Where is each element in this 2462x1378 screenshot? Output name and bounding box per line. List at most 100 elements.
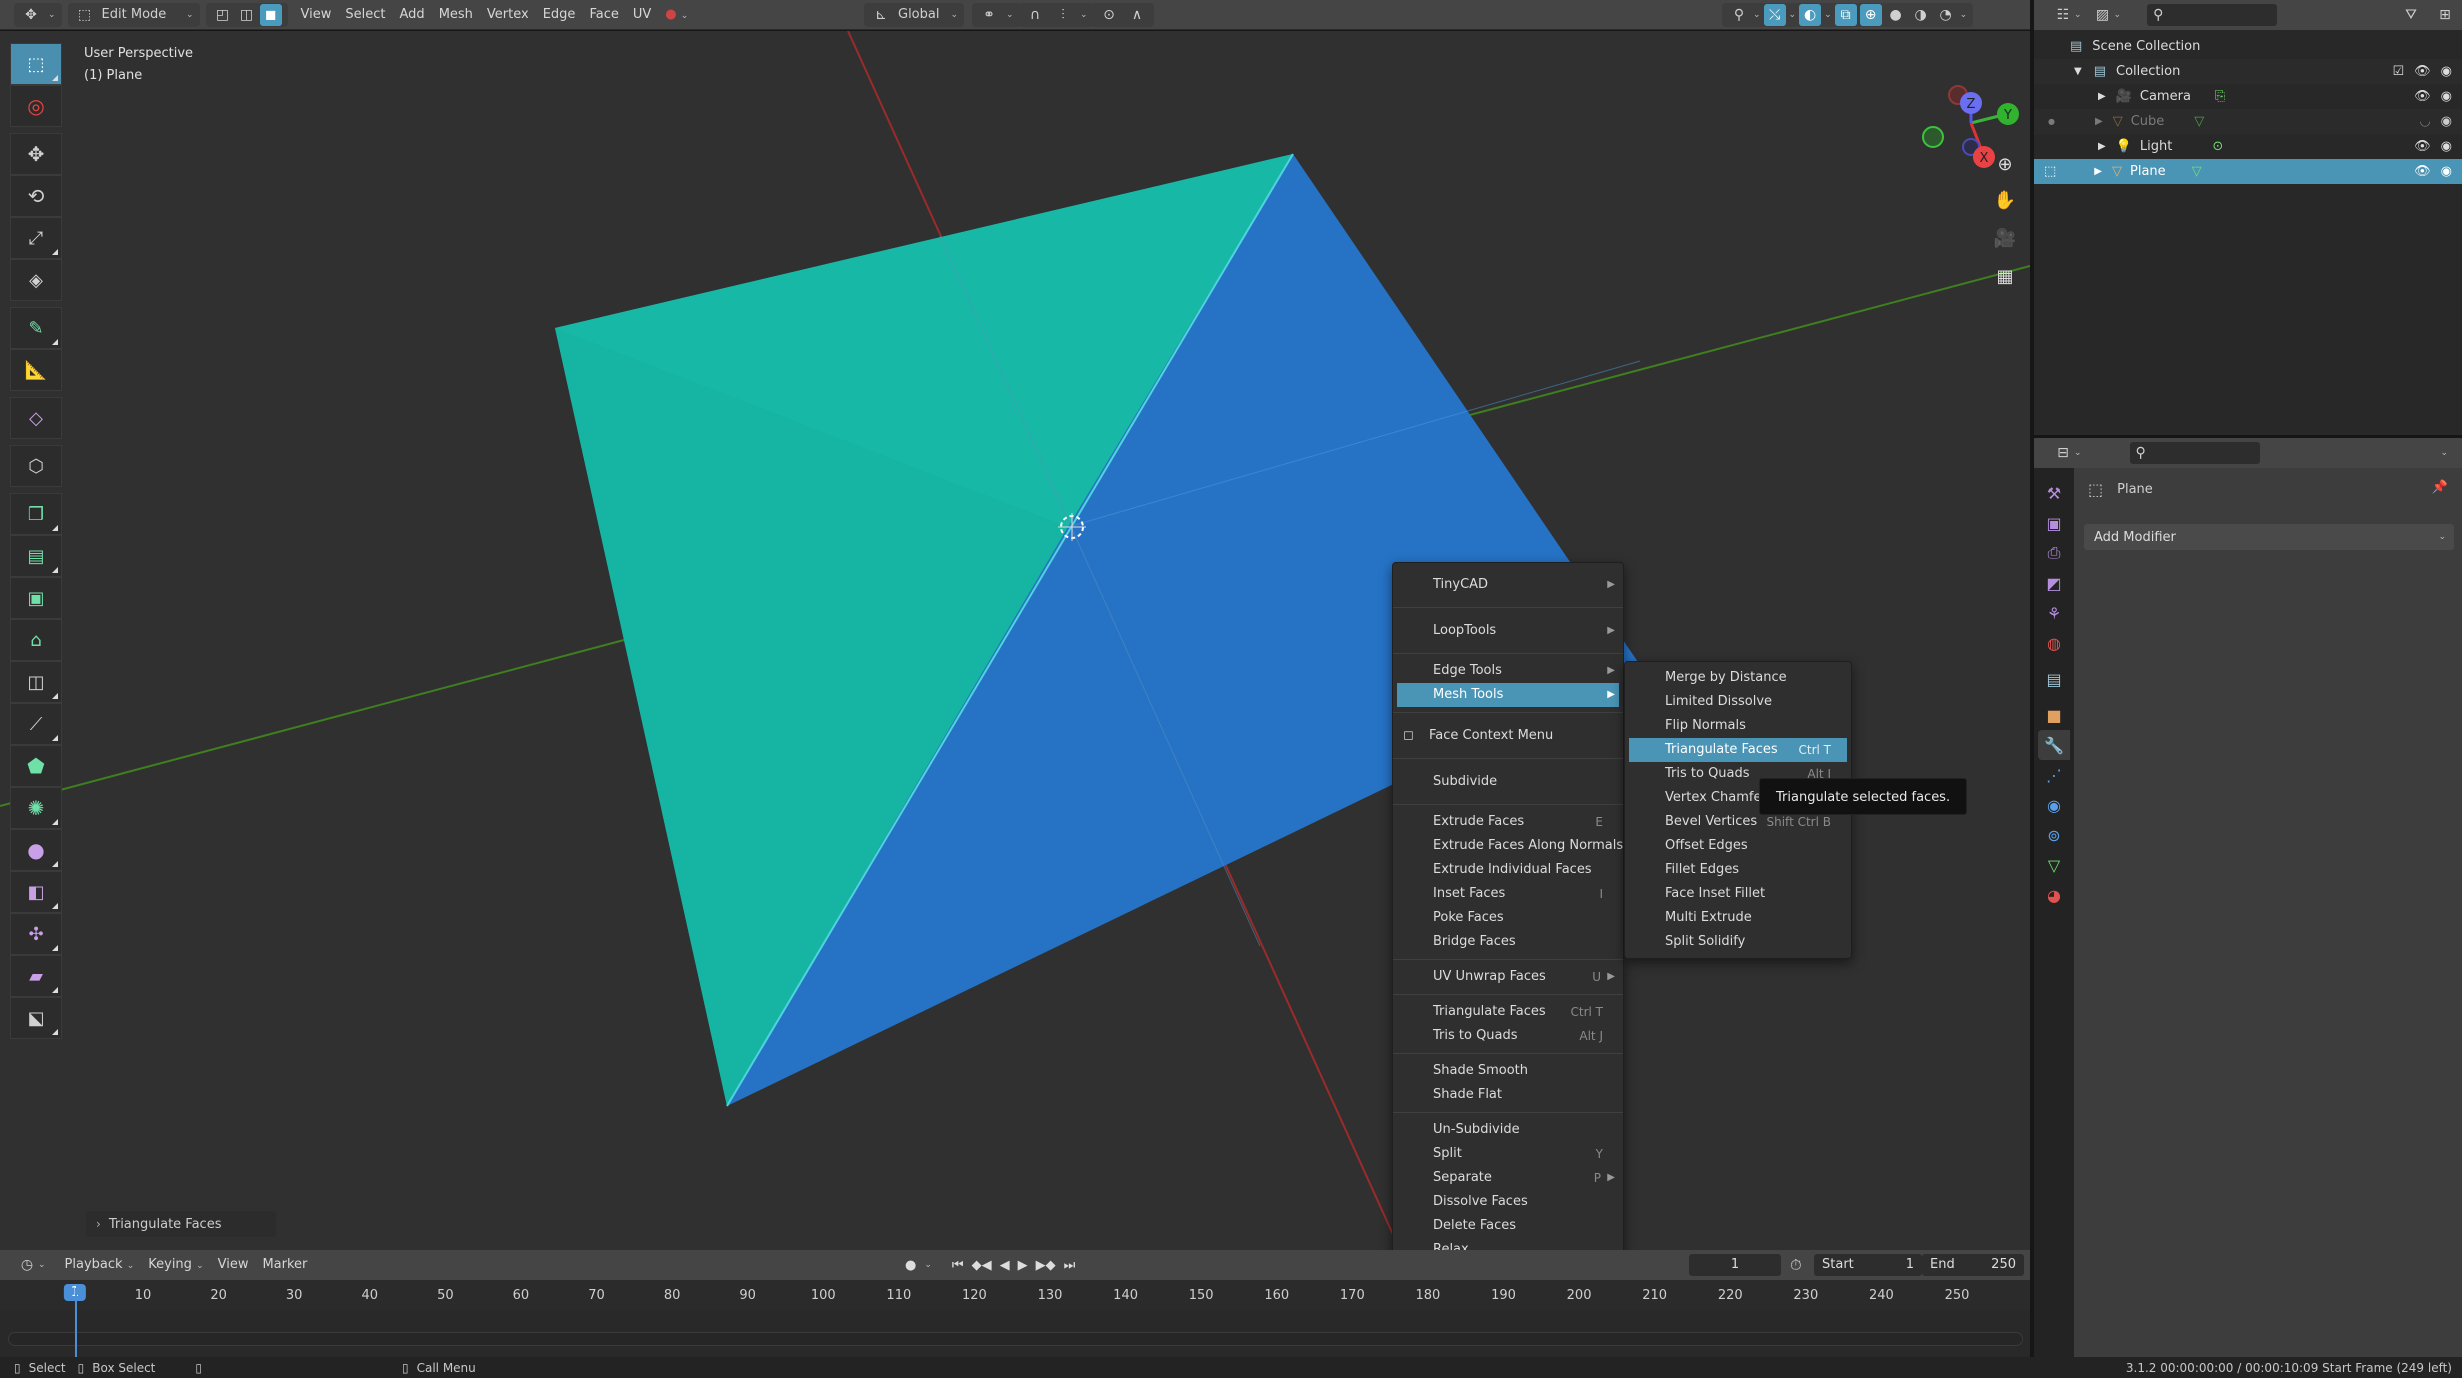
record-keyframe-icon[interactable]: ● (905, 1258, 916, 1273)
context-menu-item[interactable]: ◻ Face Context Menu (1393, 718, 1623, 753)
vertex-select-icon[interactable]: ◰ (212, 4, 234, 26)
hand-pan-icon[interactable]: ✋ (1990, 185, 2020, 215)
snap-selector[interactable]: ∩ ⫶ ⌄ (1018, 2, 1094, 27)
submenu-item[interactable]: Multi Extrude (1625, 906, 1851, 930)
tab-output[interactable]: ⎙ (2038, 538, 2070, 568)
context-menu-item[interactable]: UV Unwrap Faces U ▶ (1393, 965, 1623, 989)
add-modifier-button[interactable]: Add Modifier ⌄ (2084, 524, 2454, 550)
context-menu-item[interactable]: Triangulate Faces Ctrl T (1393, 1000, 1623, 1024)
tab-data[interactable]: ▽ (2038, 850, 2070, 880)
tool-spin[interactable]: ✺ (10, 787, 62, 829)
outliner-search-input[interactable]: ⚲ (2147, 4, 2278, 26)
timeline-editor-icon[interactable]: ◷ (16, 1254, 38, 1276)
tab-particles[interactable]: ⋰ (2038, 760, 2070, 790)
jump-start-icon[interactable]: ⏮ (952, 1258, 964, 1273)
eye-icon[interactable]: 👁 (2414, 64, 2431, 79)
tab-render[interactable]: ▣ (2038, 508, 2070, 538)
expand-right-icon[interactable]: ▶ (2098, 91, 2106, 102)
overlay-color-selector[interactable]: ● ⌄ (658, 3, 695, 27)
new-collection-icon[interactable]: ⊞ (2434, 4, 2456, 26)
context-menu-item[interactable]: Mesh Tools ▶ (1397, 683, 1619, 707)
context-menu-item[interactable]: Bridge Faces (1393, 930, 1623, 954)
tool-poly-build[interactable]: ⬟ (10, 745, 62, 787)
tab-view-layer[interactable]: ◩ (2038, 568, 2070, 598)
end-frame-field[interactable]: End 250 (1922, 1254, 2024, 1276)
context-menu-item[interactable]: TinyCAD ▶ (1393, 567, 1623, 602)
tool-bevel[interactable]: ⌂ (10, 619, 62, 661)
render-camera-icon[interactable]: ◉ (2441, 139, 2452, 154)
checkbox-icon[interactable]: ☑ (2392, 64, 2404, 79)
tool-select-box[interactable]: ⬚ (10, 43, 62, 85)
expand-right-icon[interactable]: ▶ (2098, 141, 2106, 152)
menu-mesh[interactable]: Mesh (432, 3, 480, 27)
tool-measure[interactable]: 📐 (10, 349, 62, 391)
context-menu-item[interactable]: Tris to Quads Alt J (1393, 1024, 1623, 1048)
stopwatch-icon[interactable]: ⏱ (1790, 1256, 1802, 1274)
current-frame-field[interactable]: 1 (1689, 1254, 1781, 1276)
tab-world[interactable]: ◍ (2038, 628, 2070, 658)
submenu-item[interactable]: Split Solidify (1625, 930, 1851, 954)
next-keyframe-icon[interactable]: ▶◆ (1036, 1258, 1056, 1273)
play-icon[interactable]: ▶ (1018, 1258, 1028, 1273)
tab-scene[interactable]: ⚘ (2038, 598, 2070, 628)
timeline-scrollbar[interactable] (8, 1332, 2023, 1346)
submenu-item[interactable]: Face Inset Fillet (1625, 882, 1851, 906)
tool-extrude-top[interactable]: ▤ (10, 535, 62, 577)
transform-orientation-selector[interactable]: ⊾ Global ⌄ (864, 2, 964, 27)
timeline-body[interactable] (0, 1310, 2030, 1357)
eye-icon[interactable]: 👁 (2414, 139, 2431, 154)
overlay-toggle-icon[interactable]: ◐ (1799, 3, 1822, 26)
properties-search-input[interactable]: ⚲ (2129, 442, 2260, 464)
playhead-line[interactable] (75, 1288, 77, 1357)
context-menu-item[interactable]: Poke Faces (1393, 906, 1623, 930)
expand-right-icon[interactable]: ▶ (2095, 116, 2103, 127)
tool-add-cube[interactable]: ◇ (10, 397, 62, 439)
mode-selector[interactable]: ⬚ Edit Mode ⌄ (67, 2, 200, 27)
shading-material-icon[interactable]: ◑ (1910, 4, 1932, 26)
tool-transform[interactable]: ◈ (10, 259, 62, 301)
tool-inset[interactable]: ▣ (10, 577, 62, 619)
pin-icon[interactable]: 📌 (2432, 480, 2448, 495)
menu-edge[interactable]: Edge (536, 3, 583, 27)
context-menu-item[interactable]: LoopTools ▶ (1393, 613, 1623, 648)
outliner-item-cube[interactable]: ● ▶ ▽ Cube ▽ ◡ ◉ (2034, 109, 2462, 134)
outliner-scene-collection[interactable]: ▤ Scene Collection (2034, 34, 2462, 59)
tab-constraints[interactable]: ⊚ (2038, 820, 2070, 850)
jump-end-icon[interactable]: ⏭ (1064, 1258, 1076, 1273)
expand-down-icon[interactable]: ▼ (2074, 66, 2082, 77)
context-menu-item[interactable]: Extrude Faces E (1393, 810, 1623, 834)
shading-rendered-icon[interactable]: ◔ (1935, 4, 1957, 26)
tool-rotate[interactable]: ⟲ (10, 175, 62, 217)
editor-type-selector[interactable]: ✥ ⌄ (14, 2, 62, 27)
face-select-icon[interactable]: ◼ (259, 3, 282, 26)
menu-view[interactable]: View (294, 3, 339, 27)
tab-tool[interactable]: ⚒ (2038, 478, 2070, 508)
menu-select[interactable]: Select (338, 3, 392, 27)
outliner-item-light[interactable]: ▶ 💡 Light ⊙ 👁 ◉ (2034, 134, 2462, 159)
submenu-item[interactable]: Flip Normals (1625, 714, 1851, 738)
tool-shear[interactable]: ▰ (10, 955, 62, 997)
menu-playback[interactable]: Playback ⌄ (58, 1253, 142, 1277)
shading-solid-icon[interactable]: ● (1885, 4, 1907, 26)
context-menu-item[interactable]: Edge Tools ▶ (1393, 659, 1623, 683)
tool-move[interactable]: ✥ (10, 133, 62, 175)
menu-add[interactable]: Add (393, 3, 432, 27)
play-reverse-icon[interactable]: ◀ (1000, 1258, 1010, 1273)
tool-extrude-region[interactable]: ❒ (10, 493, 62, 535)
submenu-item[interactable]: Fillet Edges (1625, 858, 1851, 882)
submenu-item[interactable]: Limited Dissolve (1625, 690, 1851, 714)
context-menu-item[interactable]: Delete Faces (1393, 1214, 1623, 1238)
tool-knife[interactable]: ⟋ (10, 703, 62, 745)
chevron-down-icon[interactable]: ⌄ (2440, 448, 2448, 458)
last-operator-panel[interactable]: › Triangulate Faces (86, 1211, 276, 1237)
render-camera-icon[interactable]: ◉ (2441, 114, 2452, 129)
falloff-curve-icon[interactable]: ∧ (1126, 4, 1148, 26)
tool-edge-slide[interactable]: ◧ (10, 871, 62, 913)
filter-icon[interactable]: ⛛ (2400, 4, 2422, 26)
outliner-editor-icon[interactable]: ☷ (2052, 4, 2074, 26)
context-menu-item[interactable]: Extrude Individual Faces (1393, 858, 1623, 882)
menu-vertex[interactable]: Vertex (480, 3, 536, 27)
tab-object[interactable]: ■ (2038, 700, 2070, 730)
tool-cursor[interactable]: ◎ (10, 85, 62, 127)
context-menu-item[interactable]: Shade Flat (1393, 1083, 1623, 1107)
